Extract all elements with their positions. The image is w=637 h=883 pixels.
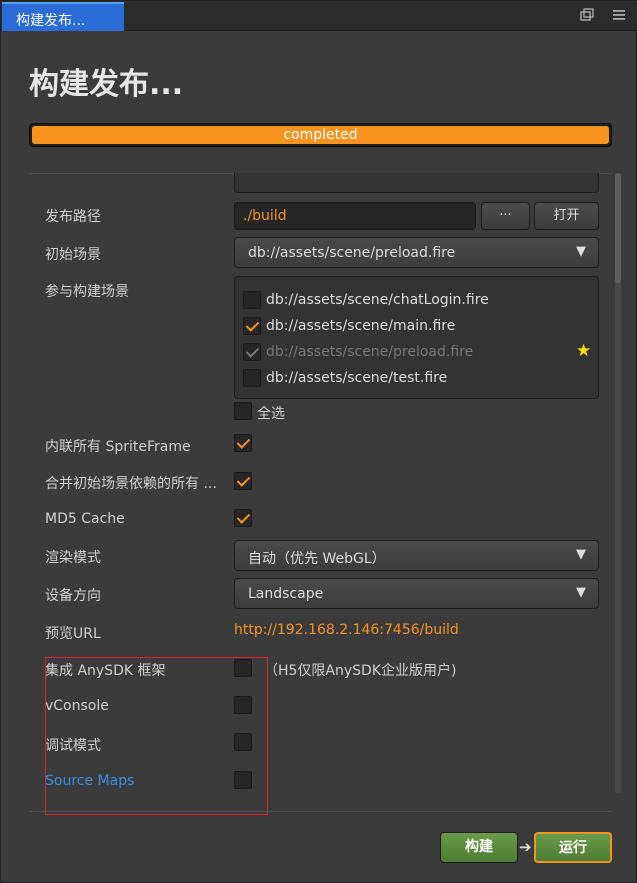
progress-fill: completed xyxy=(32,126,609,144)
preview-url-link[interactable]: http://192.168.2.146:7456/build xyxy=(234,622,459,638)
dropdown-arrow-icon: ▼ xyxy=(576,244,586,259)
start-scene-star-icon: ★ xyxy=(576,341,592,361)
run-button[interactable]: 运行 xyxy=(534,832,612,863)
start-scene-value: db://assets/scene/preload.fire xyxy=(248,245,456,261)
scene-checkbox xyxy=(243,343,261,361)
render-mode-label: 渲染模式 xyxy=(45,550,101,566)
md5-cache-checkbox[interactable] xyxy=(234,509,252,527)
build-path-input[interactable]: ./build xyxy=(234,202,476,230)
scrollbar-thumb[interactable] xyxy=(615,173,621,283)
start-scene-select[interactable]: db://assets/scene/preload.fire ▼ xyxy=(234,237,599,268)
tab-bar: 构建发布... xyxy=(1,1,637,31)
menu-icon[interactable] xyxy=(611,7,627,23)
scene-checkbox[interactable] xyxy=(243,369,261,387)
dropdown-arrow-icon: ▼ xyxy=(576,585,586,600)
build-panel-window: 构建发布... 构建发布... completed 发布路径 ./build ·… xyxy=(0,0,637,883)
dropdown-arrow-icon: ▼ xyxy=(576,547,586,562)
scenes-label: 参与构建场景 xyxy=(45,284,129,300)
scene-checkbox[interactable] xyxy=(243,291,261,309)
orientation-label: 设备方向 xyxy=(45,588,101,604)
render-mode-value: 自动（优先 WebGL） xyxy=(248,551,386,567)
render-mode-select[interactable]: 自动（优先 WebGL） ▼ xyxy=(234,540,599,571)
page-title: 构建发布... xyxy=(29,67,184,102)
merge-start-scene-label: 合并初始场景依赖的所有 ... xyxy=(45,476,217,492)
select-all-checkbox[interactable] xyxy=(234,402,252,420)
open-folder-button[interactable]: 打开 xyxy=(534,202,599,230)
highlight-annotation-box xyxy=(45,657,268,815)
start-scene-label: 初始场景 xyxy=(45,247,101,263)
inline-spriteframe-label: 内联所有 SpriteFrame xyxy=(45,439,191,455)
browse-button[interactable]: ··· xyxy=(481,202,530,230)
build-progress-bar: completed xyxy=(29,123,612,147)
orientation-select[interactable]: Landscape ▼ xyxy=(234,578,599,609)
merge-start-scene-checkbox[interactable] xyxy=(234,472,252,490)
scene-checkbox[interactable] xyxy=(243,317,261,335)
footer-divider xyxy=(29,811,612,812)
collapsed-field-stub xyxy=(234,173,599,193)
preview-url-label: 预览URL xyxy=(45,626,101,642)
scene-path: db://assets/scene/chatLogin.fire xyxy=(266,292,489,308)
anysdk-note: （H5仅限AnySDK企业版用户) xyxy=(264,663,457,679)
scene-path: db://assets/scene/main.fire xyxy=(266,318,456,334)
select-all-label: 全选 xyxy=(257,406,285,422)
scene-path: db://assets/scene/test.fire xyxy=(266,370,448,386)
build-button[interactable]: 构建 xyxy=(440,832,518,863)
scene-path: db://assets/scene/preload.fire xyxy=(266,344,474,360)
arrow-right-icon: ➔ xyxy=(519,838,532,856)
scene-list: db://assets/scene/chatLogin.fire db://as… xyxy=(234,276,599,399)
inline-spriteframe-checkbox[interactable] xyxy=(234,434,252,452)
md5-cache-label: MD5 Cache xyxy=(45,511,125,527)
build-path-label: 发布路径 xyxy=(45,209,101,225)
orientation-value: Landscape xyxy=(248,586,324,602)
scrollbar[interactable] xyxy=(615,173,621,793)
tab-build-publish[interactable]: 构建发布... xyxy=(2,2,124,31)
popout-icon[interactable] xyxy=(579,7,595,23)
